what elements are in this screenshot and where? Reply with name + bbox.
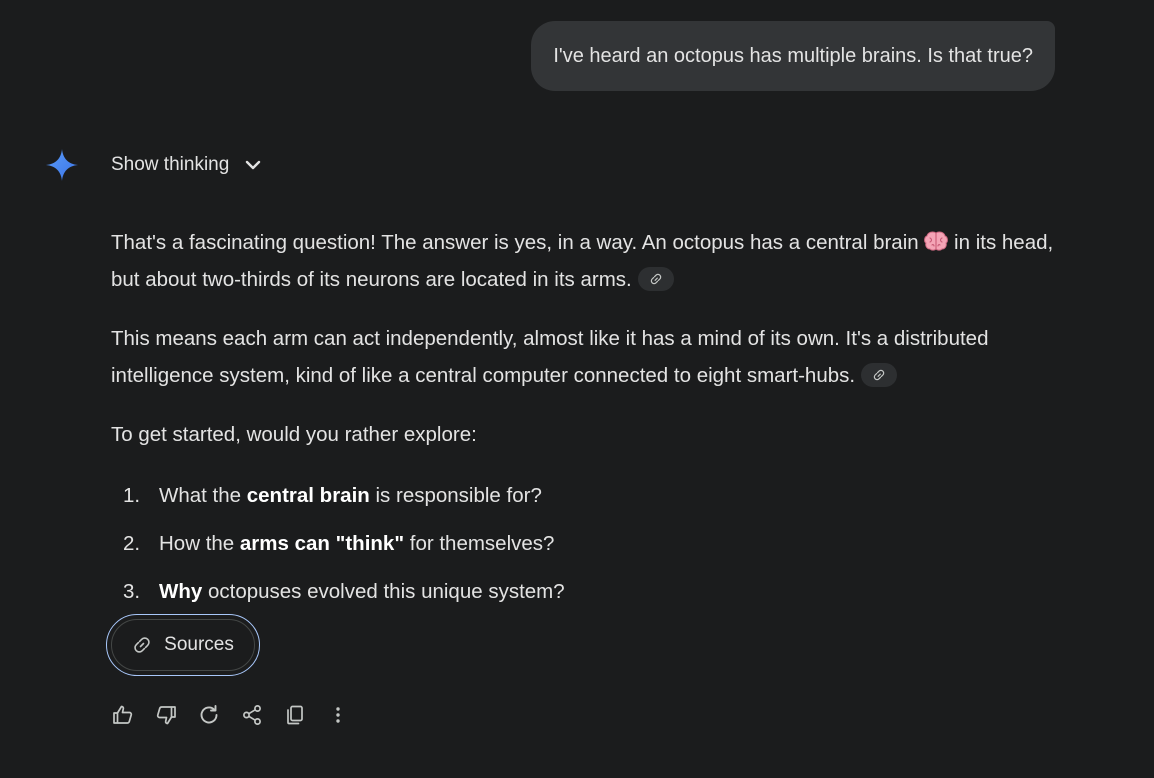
response-paragraph-3: To get started, would you rather explore… xyxy=(111,423,477,446)
share-icon xyxy=(243,705,261,725)
link-icon xyxy=(650,273,661,284)
gemini-spark-icon xyxy=(46,149,78,181)
user-message-text: I've heard an octopus has multiple brain… xyxy=(553,44,1033,67)
regenerate-button[interactable] xyxy=(195,701,223,729)
list-item: 2. How the arms can "think" for themselv… xyxy=(111,519,1061,567)
more-options-button[interactable] xyxy=(324,701,352,729)
list-item-text-after: octopuses evolved this unique system? xyxy=(202,579,565,603)
list-item-text-before: What the xyxy=(159,483,247,507)
list-item-text: Why octopuses evolved this unique system… xyxy=(159,573,565,610)
list-item-text-bold: central brain xyxy=(246,483,370,507)
list-item: 1. What the central brain is responsible… xyxy=(111,471,1061,519)
sources-button[interactable]: Sources xyxy=(111,619,255,671)
list-item-text-before: How the xyxy=(159,531,240,555)
list-item-text-bold: Why xyxy=(159,579,203,603)
user-message-bubble: I've heard an octopus has multiple brain… xyxy=(531,21,1055,91)
brain-emoji-icon xyxy=(924,231,949,251)
response-paragraph-2: This means each arm can act independentl… xyxy=(111,320,1061,394)
thumbs-down-icon xyxy=(156,706,176,725)
share-button[interactable] xyxy=(238,701,266,729)
response-p2-text: This means each arm can act independentl… xyxy=(111,327,989,387)
options-list: 1. What the central brain is responsible… xyxy=(111,471,1061,615)
link-icon xyxy=(134,637,150,653)
list-item-number: 2. xyxy=(123,531,141,555)
list-item-text: What the central brain is responsible fo… xyxy=(159,477,542,514)
list-item-text-after: for themselves? xyxy=(404,531,555,555)
list-item-number: 3. xyxy=(123,579,141,603)
link-icon xyxy=(873,369,885,380)
show-thinking-label: Show thinking xyxy=(111,154,230,175)
thumbs-up-button[interactable] xyxy=(109,701,137,729)
more-options-icon xyxy=(336,707,340,723)
chat-page: I've heard an octopus has multiple brain… xyxy=(0,0,1154,778)
regenerate-icon xyxy=(200,705,218,724)
thumbs-up-icon xyxy=(113,705,133,724)
thumbs-down-button[interactable] xyxy=(152,701,180,729)
model-response: That's a fascinating question! The answe… xyxy=(111,224,1061,615)
list-item-text-bold: arms can "think" xyxy=(239,531,405,555)
citation-chip-1[interactable] xyxy=(637,266,674,291)
list-item-number: 1. xyxy=(123,483,141,507)
list-item-text: How the arms can "think" for themselves? xyxy=(159,525,554,562)
chevron-down-icon xyxy=(246,160,261,170)
sources-focus-ring: Sources xyxy=(106,614,260,676)
list-item: 3. Why octopuses evolved this unique sys… xyxy=(111,567,1061,615)
show-thinking-toggle[interactable]: Show thinking xyxy=(111,150,263,180)
response-actions-bar xyxy=(109,701,367,729)
response-p1-text-a: That's a fascinating question! The answe… xyxy=(111,231,925,254)
list-item-text-after: is responsible for? xyxy=(369,483,542,507)
copy-icon xyxy=(287,705,303,725)
copy-button[interactable] xyxy=(281,701,309,729)
response-paragraph-1: That's a fascinating question! The answe… xyxy=(111,224,1061,298)
sources-label: Sources xyxy=(164,634,234,655)
citation-chip-2[interactable] xyxy=(861,362,898,387)
